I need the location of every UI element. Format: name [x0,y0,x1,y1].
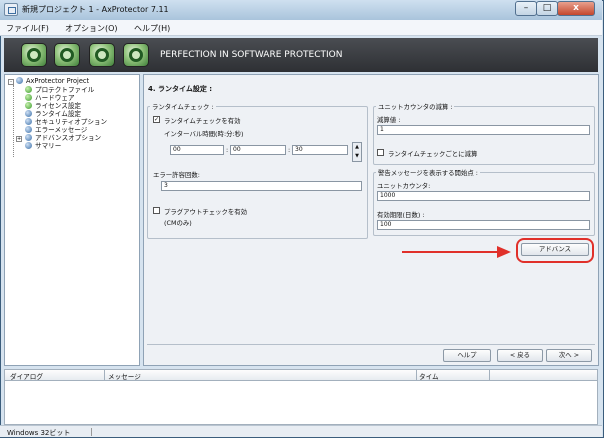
interval-hours-input[interactable]: 00 [170,145,224,155]
interval-spinner[interactable]: ▲ ▼ [352,142,362,162]
blue-globe-icon [25,110,32,117]
highlight-outline [516,238,594,263]
warning-group-label: 警告メッセージを表示する開始点 : [376,168,480,177]
per-check-label: ランタイムチェックごとに減算 [388,150,478,158]
tree-item-summary[interactable]: サマリー [25,142,61,150]
blue-globe-icon [25,118,32,125]
window-title: 新規プロジェクト 1 - AxProtector 7.11 [22,5,169,14]
tree-item-hardware[interactable]: ハードウェア [25,94,75,102]
spin-up-icon[interactable]: ▲ [353,143,361,152]
blue-globe-icon [25,126,32,133]
expiry-label: 有効期限(日数) : [377,211,425,219]
error-limit-input[interactable]: 3 [161,181,362,191]
tools-icon[interactable] [89,43,115,67]
title-bar: 新規プロジェクト 1 - AxProtector 7.11 – □ x [0,0,602,20]
tree-item-security[interactable]: セキュリティオプション [25,118,107,126]
minimize-button[interactable]: – [515,1,537,16]
green-check-icon [25,102,32,109]
close-button[interactable]: x [557,1,595,16]
interval-seconds-input[interactable]: 30 [292,145,348,155]
project-icon[interactable] [54,43,80,67]
time-separator: : [226,146,229,154]
tree-root[interactable]: - AxProtector Project [8,77,89,85]
enable-runtime-label: ランタイムチェックを有効 [164,117,241,125]
blue-globe-icon [25,134,32,141]
tree-item-advanced[interactable]: + アドバンスオプション [16,134,101,142]
col-dialog[interactable]: ダイアログ [10,371,43,381]
plugout-note: (CMのみ) [164,219,192,227]
column-divider[interactable] [104,370,105,380]
blue-globe-icon [25,142,32,149]
settings-icon[interactable] [123,43,149,67]
runtime-check-group-label: ランタイムチェック : [150,102,216,111]
column-divider[interactable] [489,370,490,380]
tree-item-license[interactable]: ライセンス設定 [25,102,81,110]
project-tree: - AxProtector Project プロテクトファイル ハードウェア ライ… [4,74,140,366]
green-check-icon [25,94,32,101]
time-separator: : [288,146,291,154]
menu-bar: ファイル(F) オプション(O) ヘルプ(H) [0,20,602,36]
platform-status: Windows 32ビット [7,429,71,437]
menu-file[interactable]: ファイル(F) [6,23,49,34]
expiry-input[interactable]: 100 [377,220,590,230]
menu-options[interactable]: オプション(O) [65,23,118,34]
protect-icon[interactable] [21,43,47,67]
plugout-label: プラグアウトチェックを有効 [164,208,248,216]
app-icon [4,3,18,16]
help-button[interactable]: ヘルプ [443,349,491,362]
enable-runtime-checkbox[interactable]: ✓ [153,116,160,123]
decrement-label: 減算値 : [377,116,401,124]
brand-banner: PERFECTION IN SOFTWARE PROTECTION [4,38,598,72]
tree-item-protect-file[interactable]: プロテクトファイル [25,86,94,94]
arrow-head-icon [497,246,511,258]
interval-minutes-input[interactable]: 00 [230,145,286,155]
warning-unit-counter-input[interactable]: 1000 [377,191,590,201]
green-check-icon [25,86,32,93]
divider [147,344,595,345]
banner-slogan: PERFECTION IN SOFTWARE PROTECTION [160,50,343,60]
col-message[interactable]: メッセージ [108,371,141,381]
per-check-checkbox[interactable] [377,149,384,156]
plugout-checkbox[interactable] [153,207,160,214]
col-time[interactable]: タイム [419,371,439,381]
error-limit-label: エラー許容回数: [153,171,200,179]
log-header: ダイアログ メッセージ タイム [4,369,598,381]
decrement-input[interactable]: 1 [377,125,590,135]
column-divider[interactable] [416,370,417,380]
tree-item-error-messages[interactable]: エラーメッセージ [25,126,87,134]
highlight-arrow [402,251,500,253]
status-bar: Windows 32ビット [0,425,602,437]
next-button[interactable]: 次へ > [546,349,592,362]
back-button[interactable]: < 戻る [497,349,543,362]
tree-item-runtime[interactable]: ランタイム設定 [25,110,81,118]
spin-down-icon[interactable]: ▼ [353,152,361,161]
status-divider [91,428,92,436]
maximize-button[interactable]: □ [536,1,558,16]
section-title: 4. ランタイム設定 : [148,85,213,93]
globe-icon [16,77,23,84]
unit-counter-group-label: ユニットカウンタの減算 : [376,102,455,111]
menu-help[interactable]: ヘルプ(H) [134,23,170,34]
interval-label: インターバル時間(時:分:秒) [164,130,244,138]
warning-unit-counter-label: ユニットカウンタ: [377,182,431,190]
log-list[interactable] [4,381,598,425]
tree-guide-line [13,85,14,157]
